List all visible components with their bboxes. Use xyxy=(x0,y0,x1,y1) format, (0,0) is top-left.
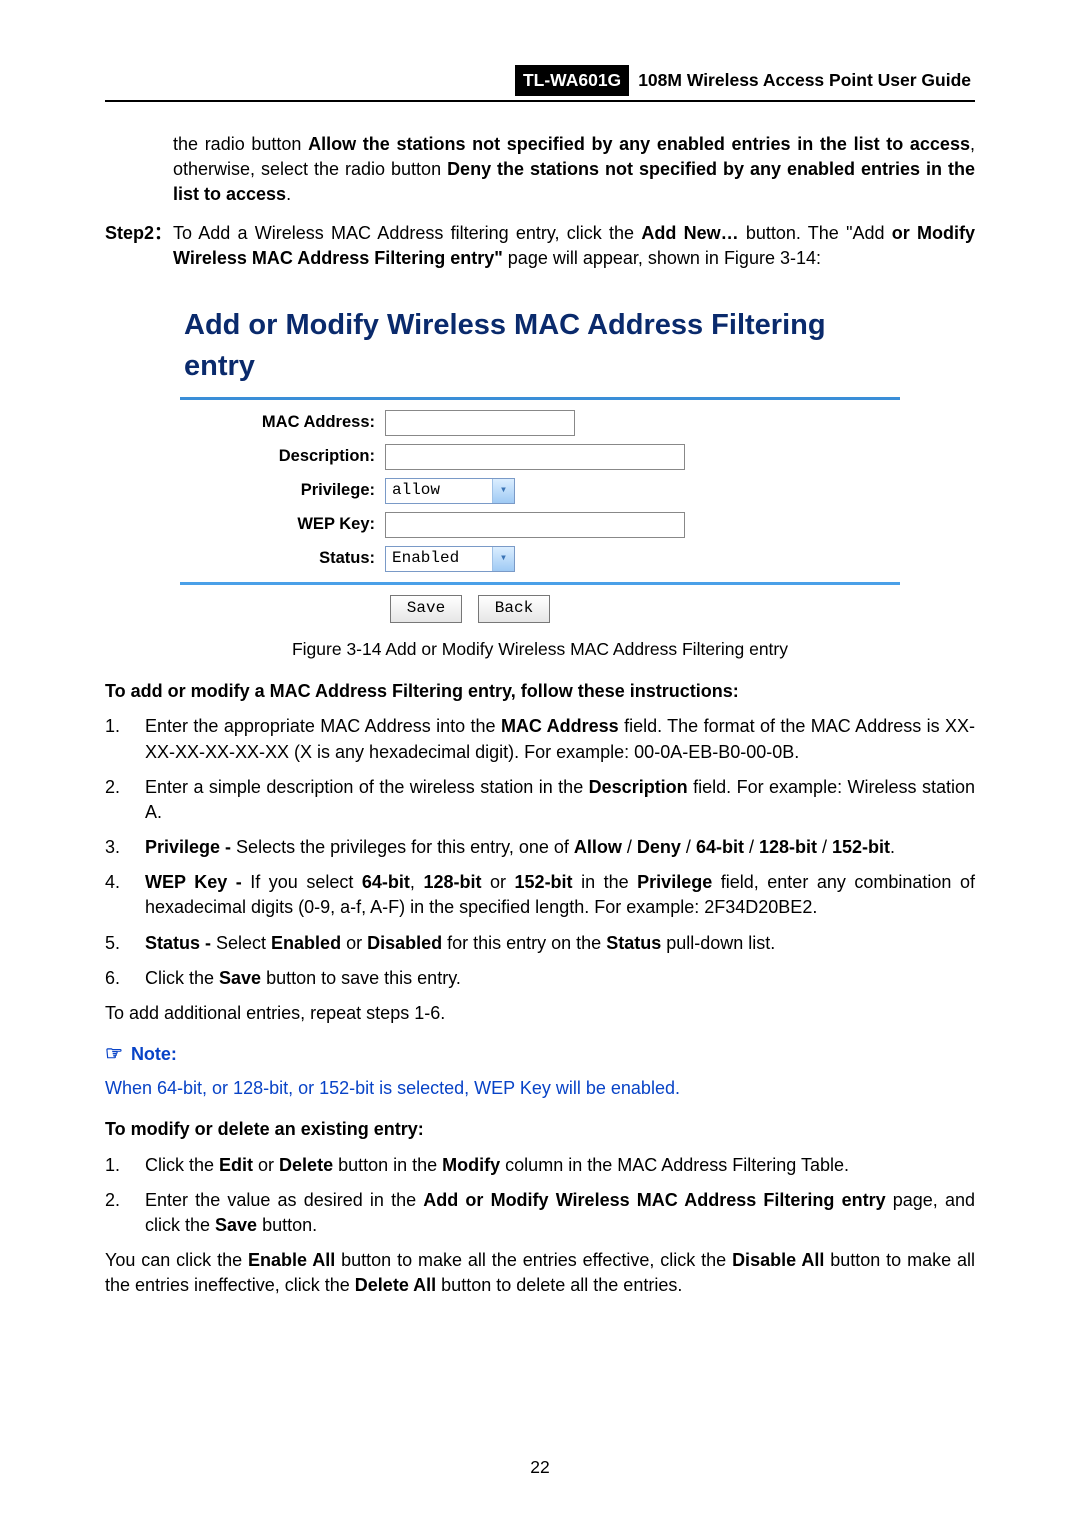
text: To Add a Wireless MAC Address filtering … xyxy=(173,223,641,243)
wep-key-input[interactable] xyxy=(385,512,685,538)
list-item: 3. Privilege - Selects the privileges fo… xyxy=(105,835,975,860)
divider xyxy=(180,582,900,585)
modify-list: 1. Click the Edit or Delete button in th… xyxy=(105,1153,975,1239)
list-number: 5. xyxy=(105,931,145,956)
list-number: 6. xyxy=(105,966,145,991)
list-item: 5. Status - Select Enabled or Disabled f… xyxy=(105,931,975,956)
label-mac: MAC Address: xyxy=(180,411,385,434)
label-privilege: Privilege: xyxy=(180,479,385,502)
chevron-down-icon: ▾ xyxy=(492,547,514,571)
list-number: 2. xyxy=(105,775,145,825)
privilege-select[interactable]: allow ▾ xyxy=(385,478,515,504)
list-number: 2. xyxy=(105,1188,145,1238)
list-number: 1. xyxy=(105,1153,145,1178)
list-body: Privilege - Selects the privileges for t… xyxy=(145,835,975,860)
save-button[interactable]: Save xyxy=(390,595,462,623)
list-body: Enter the value as desired in the Add or… xyxy=(145,1188,975,1238)
text: Allow the stations not specified by any … xyxy=(308,134,970,154)
row-mac-address: MAC Address: xyxy=(180,410,900,436)
description-input[interactable] xyxy=(385,444,685,470)
list-body: Enter the appropriate MAC Address into t… xyxy=(145,714,975,764)
modify-heading: To modify or delete an existing entry: xyxy=(105,1117,975,1142)
mac-address-input[interactable] xyxy=(385,410,575,436)
figure-caption: Figure 3-14 Add or Modify Wireless MAC A… xyxy=(105,637,975,662)
row-wep-key: WEP Key: xyxy=(180,512,900,538)
text: page will appear, shown in Figure 3-14: xyxy=(503,248,821,268)
text: Add New… xyxy=(641,223,738,243)
page-number: 22 xyxy=(0,1455,1080,1480)
product-model: TL-WA601G xyxy=(515,65,629,96)
text: the radio button xyxy=(173,134,308,154)
status-value: Enabled xyxy=(386,547,465,569)
list-body: Enter a simple description of the wirele… xyxy=(145,775,975,825)
figure-title: Add or Modify Wireless MAC Address Filte… xyxy=(184,305,900,386)
list-item: 6. Click the Save button to save this en… xyxy=(105,966,975,991)
chevron-down-icon: ▾ xyxy=(492,479,514,503)
list-item: 4. WEP Key - If you select 64-bit, 128-b… xyxy=(105,870,975,920)
row-privilege: Privilege: allow ▾ xyxy=(180,478,900,504)
list-item: 2. Enter a simple description of the wir… xyxy=(105,775,975,825)
text: button. The "Add xyxy=(739,223,892,243)
step-2: Step2： To Add a Wireless MAC Address fil… xyxy=(105,221,975,271)
repeat-note: To add additional entries, repeat steps … xyxy=(105,1001,975,1026)
continuation-paragraph: the radio button Allow the stations not … xyxy=(173,132,975,208)
list-item: 1. Click the Edit or Delete button in th… xyxy=(105,1153,975,1178)
divider xyxy=(180,397,900,400)
text: . xyxy=(286,184,291,204)
list-body: Click the Edit or Delete button in the M… xyxy=(145,1153,975,1178)
list-body: Click the Save button to save this entry… xyxy=(145,966,975,991)
list-number: 1. xyxy=(105,714,145,764)
list-number: 3. xyxy=(105,835,145,860)
guide-title: 108M Wireless Access Point User Guide xyxy=(634,65,975,96)
list-body: WEP Key - If you select 64-bit, 128-bit … xyxy=(145,870,975,920)
list-item: 2. Enter the value as desired in the Add… xyxy=(105,1188,975,1238)
page-header: TL-WA601G 108M Wireless Access Point Use… xyxy=(105,65,975,102)
list-number: 4. xyxy=(105,870,145,920)
note-heading: ☞ Note: xyxy=(105,1040,975,1068)
row-status: Status: Enabled ▾ xyxy=(180,546,900,572)
status-select[interactable]: Enabled ▾ xyxy=(385,546,515,572)
label-wep: WEP Key: xyxy=(180,513,385,536)
figure-3-14: Add or Modify Wireless MAC Address Filte… xyxy=(105,289,975,622)
closing-paragraph: You can click the Enable All button to m… xyxy=(105,1248,975,1298)
back-button[interactable]: Back xyxy=(478,595,550,623)
note-body: When 64-bit, or 128-bit, or 152-bit is s… xyxy=(105,1076,975,1101)
pointing-hand-icon: ☞ xyxy=(105,1043,123,1065)
row-description: Description: xyxy=(180,444,900,470)
list-item: 1. Enter the appropriate MAC Address int… xyxy=(105,714,975,764)
instructions-heading: To add or modify a MAC Address Filtering… xyxy=(105,679,975,704)
list-body: Status - Select Enabled or Disabled for … xyxy=(145,931,975,956)
label-description: Description: xyxy=(180,445,385,468)
label-status: Status: xyxy=(180,547,385,570)
step-label: Step2： xyxy=(105,221,173,271)
note-label: Note: xyxy=(131,1044,177,1064)
step-body: To Add a Wireless MAC Address filtering … xyxy=(173,221,975,271)
instruction-list: 1. Enter the appropriate MAC Address int… xyxy=(105,714,975,991)
privilege-value: allow xyxy=(386,479,446,501)
